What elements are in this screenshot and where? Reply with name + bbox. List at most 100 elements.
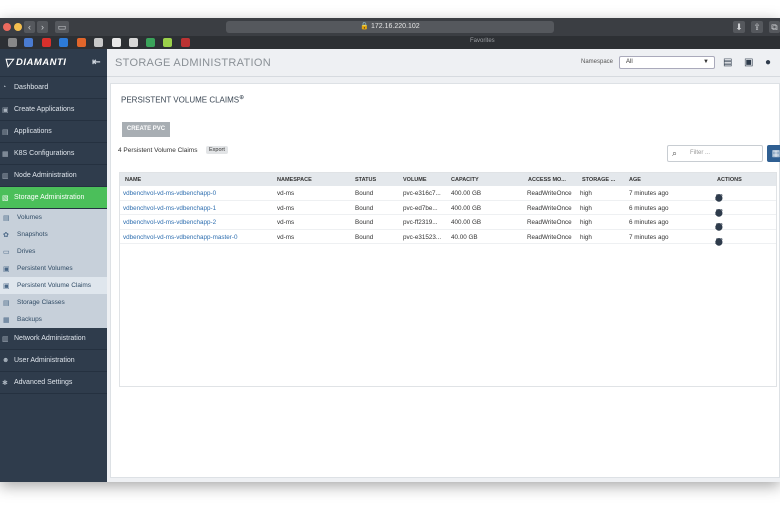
sidebar-subitem-backups[interactable]: ▦ Backups — [0, 311, 107, 328]
sidebar-subitem-persistent-volumes[interactable]: ▣ Persistent Volumes — [0, 260, 107, 277]
forward-icon[interactable]: › — [37, 21, 48, 33]
cell-status: Bound — [355, 190, 374, 197]
help-icon[interactable]: ▣ — [744, 57, 753, 68]
trash-icon[interactable]: 🗑 — [715, 238, 726, 246]
url-text: 172.16.220.102 — [371, 23, 420, 30]
sidebar-item-k8s-configurations[interactable]: ▦ K8S Configurations — [0, 143, 107, 165]
sidebar-subitem-label: Persistent Volumes — [17, 265, 73, 272]
favorite-icon[interactable] — [24, 38, 33, 47]
search-icon: ⌕ — [672, 148, 678, 158]
share-icon[interactable]: ⇪ — [751, 21, 763, 33]
column-header-capacity[interactable]: CAPACITY — [451, 177, 479, 183]
cell-access-mode: ReadWriteOnce — [527, 219, 572, 226]
sidebar-item-create-applications[interactable]: ▣ Create Applications — [0, 99, 107, 121]
column-header-storage-class[interactable]: STORAGE ... — [582, 177, 615, 183]
close-window-button[interactable] — [3, 23, 11, 31]
pvc-table: NAME NAMESPACE STATUS VOLUME CAPACITY AC… — [119, 172, 777, 387]
sidebar-item-dashboard[interactable]: ◔ Dashboard — [0, 77, 107, 99]
pvc-name-link[interactable]: vdbenchvol-vd-ms-vdbenchapp-1 — [123, 205, 216, 212]
sidebar-item-user-administration[interactable]: ☻ User Administration — [0, 350, 107, 372]
k8s-icon: ▦ — [2, 150, 9, 158]
namespace-select[interactable]: All ▼ — [619, 56, 715, 69]
pvc-count: 4 Persistent Volume Claims — [118, 147, 198, 154]
sidebar-subitem-snapshots[interactable]: ✿ Snapshots — [0, 226, 107, 243]
favorites-label: Favorites — [470, 38, 495, 44]
favorite-icon[interactable] — [8, 38, 17, 47]
cell-age: 7 minutes ago — [629, 233, 669, 241]
node-icon: ▥ — [2, 172, 9, 180]
table-row: vdbenchvol-vd-ms-vdbenchapp-0 vd-ms Boun… — [120, 186, 776, 202]
dashboard-icon: ◔ — [2, 84, 7, 91]
chevron-down-icon: ▼ — [703, 59, 709, 65]
table-row: vdbenchvol-vd-ms-vdbenchapp-2 vd-ms Boun… — [120, 215, 776, 231]
sidebar-item-applications[interactable]: ▤ Applications — [0, 121, 107, 143]
sidebar-subitem-drives[interactable]: ▭ Drives — [0, 243, 107, 260]
panel-title-text: PERSISTENT VOLUME CLAIMS — [121, 95, 240, 105]
favorites-bar: Favorites — [0, 36, 780, 49]
column-header-volume[interactable]: VOLUME — [403, 177, 427, 183]
sidebar-item-label: Node Administration — [14, 172, 77, 179]
favorite-icon[interactable] — [146, 38, 155, 47]
sidebar-subitem-storage-classes[interactable]: ▤ Storage Classes — [0, 294, 107, 311]
minimize-window-button[interactable] — [14, 23, 22, 31]
tabs-icon[interactable]: ⧉ — [769, 21, 780, 33]
table-header: NAME NAMESPACE STATUS VOLUME CAPACITY AC… — [120, 173, 776, 186]
diamanti-logo-icon: ▽ — [4, 57, 13, 69]
favorite-icon[interactable] — [77, 38, 86, 47]
create-pvc-button[interactable]: CREATE PVC — [122, 122, 170, 137]
favorite-icon[interactable] — [129, 38, 138, 47]
pvc-panel: PERSISTENT VOLUME CLAIMS⊕ CREATE PVC 4 P… — [110, 83, 780, 478]
pvc-name-link[interactable]: vdbenchvol-vd-ms-vdbenchapp-0 — [123, 190, 216, 197]
main-content: STORAGE ADMINISTRATION Namespace All ▼ ▤ … — [107, 49, 780, 482]
sidebar-item-label: Dashboard — [14, 84, 49, 91]
back-icon[interactable]: ‹ — [24, 21, 35, 33]
cell-access-mode: ReadWriteOnce — [527, 204, 572, 212]
collapse-sidebar-icon[interactable]: ⇤ — [92, 57, 101, 68]
browser-titlebar: ‹ › ▭ 🔒 172.16.220.102 ⬇ ⇪ ⧉ — [0, 18, 780, 36]
favorite-icon[interactable] — [94, 38, 103, 47]
sidebar-toggle-icon[interactable]: ▭ — [55, 21, 69, 33]
pvc-name-link[interactable]: vdbenchvol-vd-ms-vdbenchapp-master-0 — [123, 234, 237, 241]
export-button[interactable]: Export — [206, 146, 228, 154]
pvc-name-link[interactable]: vdbenchvol-vd-ms-vdbenchapp-2 — [123, 219, 216, 226]
sidebar-item-label: Create Applications — [14, 106, 75, 113]
sidebar-item-node-administration[interactable]: ▥ Node Administration — [0, 165, 107, 187]
favorite-icon[interactable] — [42, 38, 51, 47]
cell-age: 7 minutes ago — [629, 190, 669, 197]
sidebar-subitem-label: Drives — [17, 248, 36, 255]
cell-storage-class: high — [580, 204, 592, 212]
column-header-access-modes[interactable]: ACCESS MO... — [528, 177, 566, 183]
info-icon[interactable]: ⊕ — [239, 95, 244, 101]
column-header-age[interactable]: AGE — [629, 177, 641, 183]
cell-access-mode: ReadWriteOnce — [527, 190, 572, 197]
sidebar-subitem-persistent-volume-claims[interactable]: ▣ Persistent Volume Claims — [0, 277, 107, 294]
cell-status: Bound — [355, 233, 374, 241]
sidebar-subitem-volumes[interactable]: ▤ Volumes — [0, 209, 107, 226]
cell-capacity: 400.00 GB — [451, 219, 482, 226]
cell-status: Bound — [355, 219, 374, 226]
notifications-icon[interactable]: ▤ — [723, 57, 732, 68]
volumes-icon: ▤ — [3, 214, 10, 222]
sidebar-item-advanced-settings[interactable]: ✱ Advanced Settings — [0, 372, 107, 394]
sidebar-subitem-label: Persistent Volume Claims — [17, 282, 92, 289]
favorite-icon[interactable] — [163, 38, 172, 47]
sidebar-item-label: Network Administration — [14, 335, 86, 342]
favorite-icon[interactable] — [59, 38, 68, 47]
download-icon[interactable]: ⬇ — [733, 21, 745, 33]
cell-storage-class: high — [580, 219, 592, 226]
address-bar[interactable]: 🔒 172.16.220.102 — [226, 21, 554, 33]
cell-volume: pvc-e316c7... — [403, 190, 441, 197]
column-header-status[interactable]: STATUS — [355, 177, 376, 183]
column-header-namespace[interactable]: NAMESPACE — [277, 177, 312, 183]
sidebar-subitem-label: Snapshots — [17, 231, 48, 238]
filter-input[interactable]: ⌕ Filter ... — [667, 145, 763, 162]
favorite-icon[interactable] — [181, 38, 190, 47]
sidebar-item-network-administration[interactable]: ▥ Network Administration — [0, 328, 107, 350]
column-settings-icon[interactable]: ▦ — [767, 145, 780, 162]
user-account-icon[interactable]: ● — [765, 57, 771, 68]
sidebar: ▽ DIAMANTI ⇤ ◔ Dashboard ▣ Create Applicat… — [0, 49, 107, 482]
favorite-icon[interactable] — [112, 38, 121, 47]
sidebar-item-storage-administration[interactable]: ▧ Storage Administration — [0, 187, 107, 209]
cell-namespace: vd-ms — [277, 219, 295, 226]
column-header-name[interactable]: NAME — [125, 177, 141, 183]
